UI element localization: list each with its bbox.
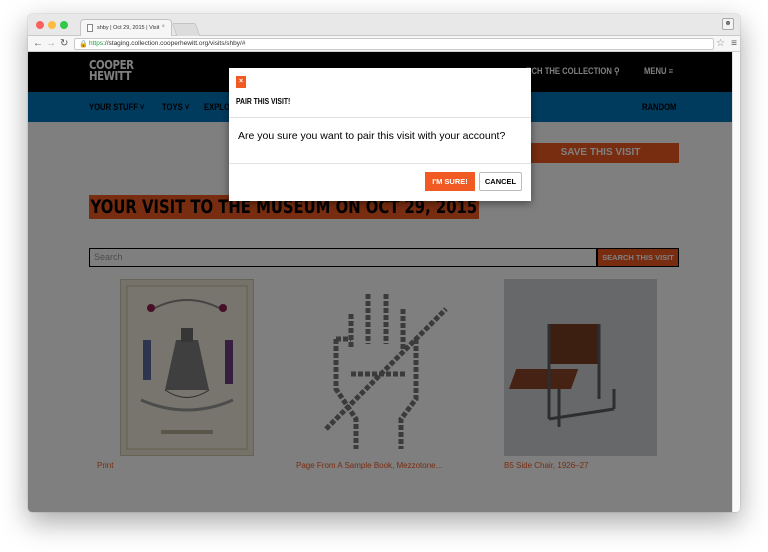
browser-tab[interactable]: shby | Oct 29, 2015 | Visit × [80,19,172,36]
confirm-button[interactable]: I'M SURE! [425,172,475,191]
zoom-window-button[interactable] [60,21,68,29]
back-icon[interactable]: ← [33,37,43,51]
minimize-window-button[interactable] [48,21,56,29]
scrollbar[interactable] [732,52,740,512]
url-scheme: https [89,40,104,47]
dialog-title: PAIR THIS VISIT! [236,97,291,106]
cancel-button[interactable]: CANCEL [479,172,522,191]
forward-icon[interactable]: → [46,37,56,51]
profile-icon[interactable]: ☻ [722,18,734,30]
new-tab-button[interactable] [171,23,201,36]
browser-window: shby | Oct 29, 2015 | Visit × ☻ ← → ↻ 🔒 … [28,14,740,512]
divider [229,117,531,118]
tab-strip: shby | Oct 29, 2015 | Visit × ☻ [28,14,740,36]
dialog-message: Are you sure you want to pair this visit… [238,130,506,142]
page: COOPER HEWITT RCH THE COLLECTION ⚲ MENU … [28,52,732,512]
tab-close-icon[interactable]: × [161,24,165,30]
url-path: ://staging.collection.cooperhewitt.org/v… [103,40,246,47]
divider [229,163,531,164]
lock-icon: 🔒 [79,41,88,48]
menu-icon[interactable]: ≡ [731,37,737,51]
page-icon [87,24,93,32]
tab-title: shby | Oct 29, 2015 | Visit [97,25,160,31]
reload-icon[interactable]: ↻ [60,37,68,51]
toolbar: ← → ↻ 🔒 https://staging.collection.coope… [28,36,740,52]
pair-visit-dialog: × PAIR THIS VISIT! Are you sure you want… [229,68,531,201]
star-icon[interactable]: ☆ [716,37,725,51]
close-window-button[interactable] [36,21,44,29]
address-bar[interactable]: 🔒 https://staging.collection.cooperhewit… [74,38,714,50]
close-icon[interactable]: × [236,76,246,88]
